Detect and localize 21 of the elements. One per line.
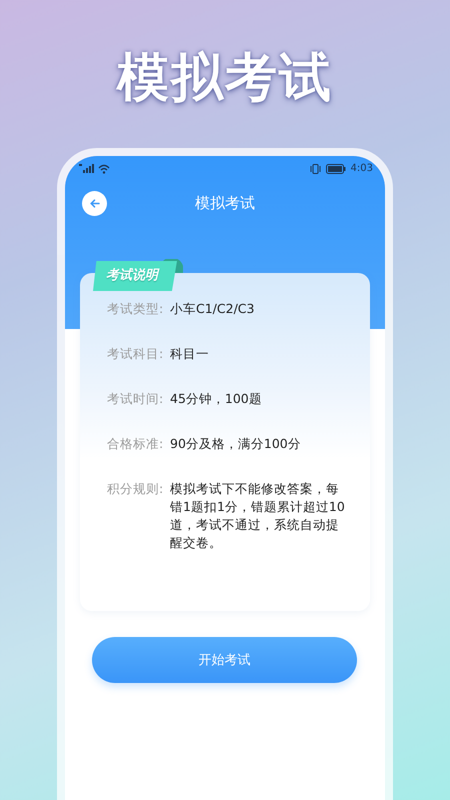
field-value: 科目一 bbox=[170, 345, 210, 363]
field-label: 考试类型: bbox=[107, 300, 164, 318]
field-label: 考试科目: bbox=[107, 345, 164, 363]
signal-icon bbox=[79, 164, 95, 173]
wifi-icon bbox=[98, 164, 110, 174]
battery-icon bbox=[326, 164, 346, 174]
field-value: 45分钟，100题 bbox=[170, 390, 263, 408]
field-label: 合格标准: bbox=[107, 435, 164, 453]
field-value: 90分及格，满分100分 bbox=[170, 435, 302, 453]
headline: 模拟考试 bbox=[115, 47, 334, 110]
field-label: 积分规则: bbox=[107, 480, 164, 498]
status-time: 4:03 bbox=[350, 163, 373, 174]
back-button[interactable] bbox=[82, 191, 107, 216]
vibrate-icon bbox=[310, 164, 321, 174]
page-title: 模拟考试 bbox=[195, 194, 255, 213]
field-value: 小车C1/C2/C3 bbox=[170, 300, 256, 318]
field-label: 考试时间: bbox=[107, 390, 164, 408]
tag-label: 考试说明 bbox=[93, 261, 177, 291]
back-arrow-icon bbox=[90, 199, 100, 208]
field-value: 模拟考试下不能修改答案，每错1题扣1分，错题累计超过10道，考试不通过，系统自动提醒交卷。 bbox=[170, 480, 346, 552]
start-exam-button[interactable]: 开始考试 bbox=[92, 637, 357, 683]
